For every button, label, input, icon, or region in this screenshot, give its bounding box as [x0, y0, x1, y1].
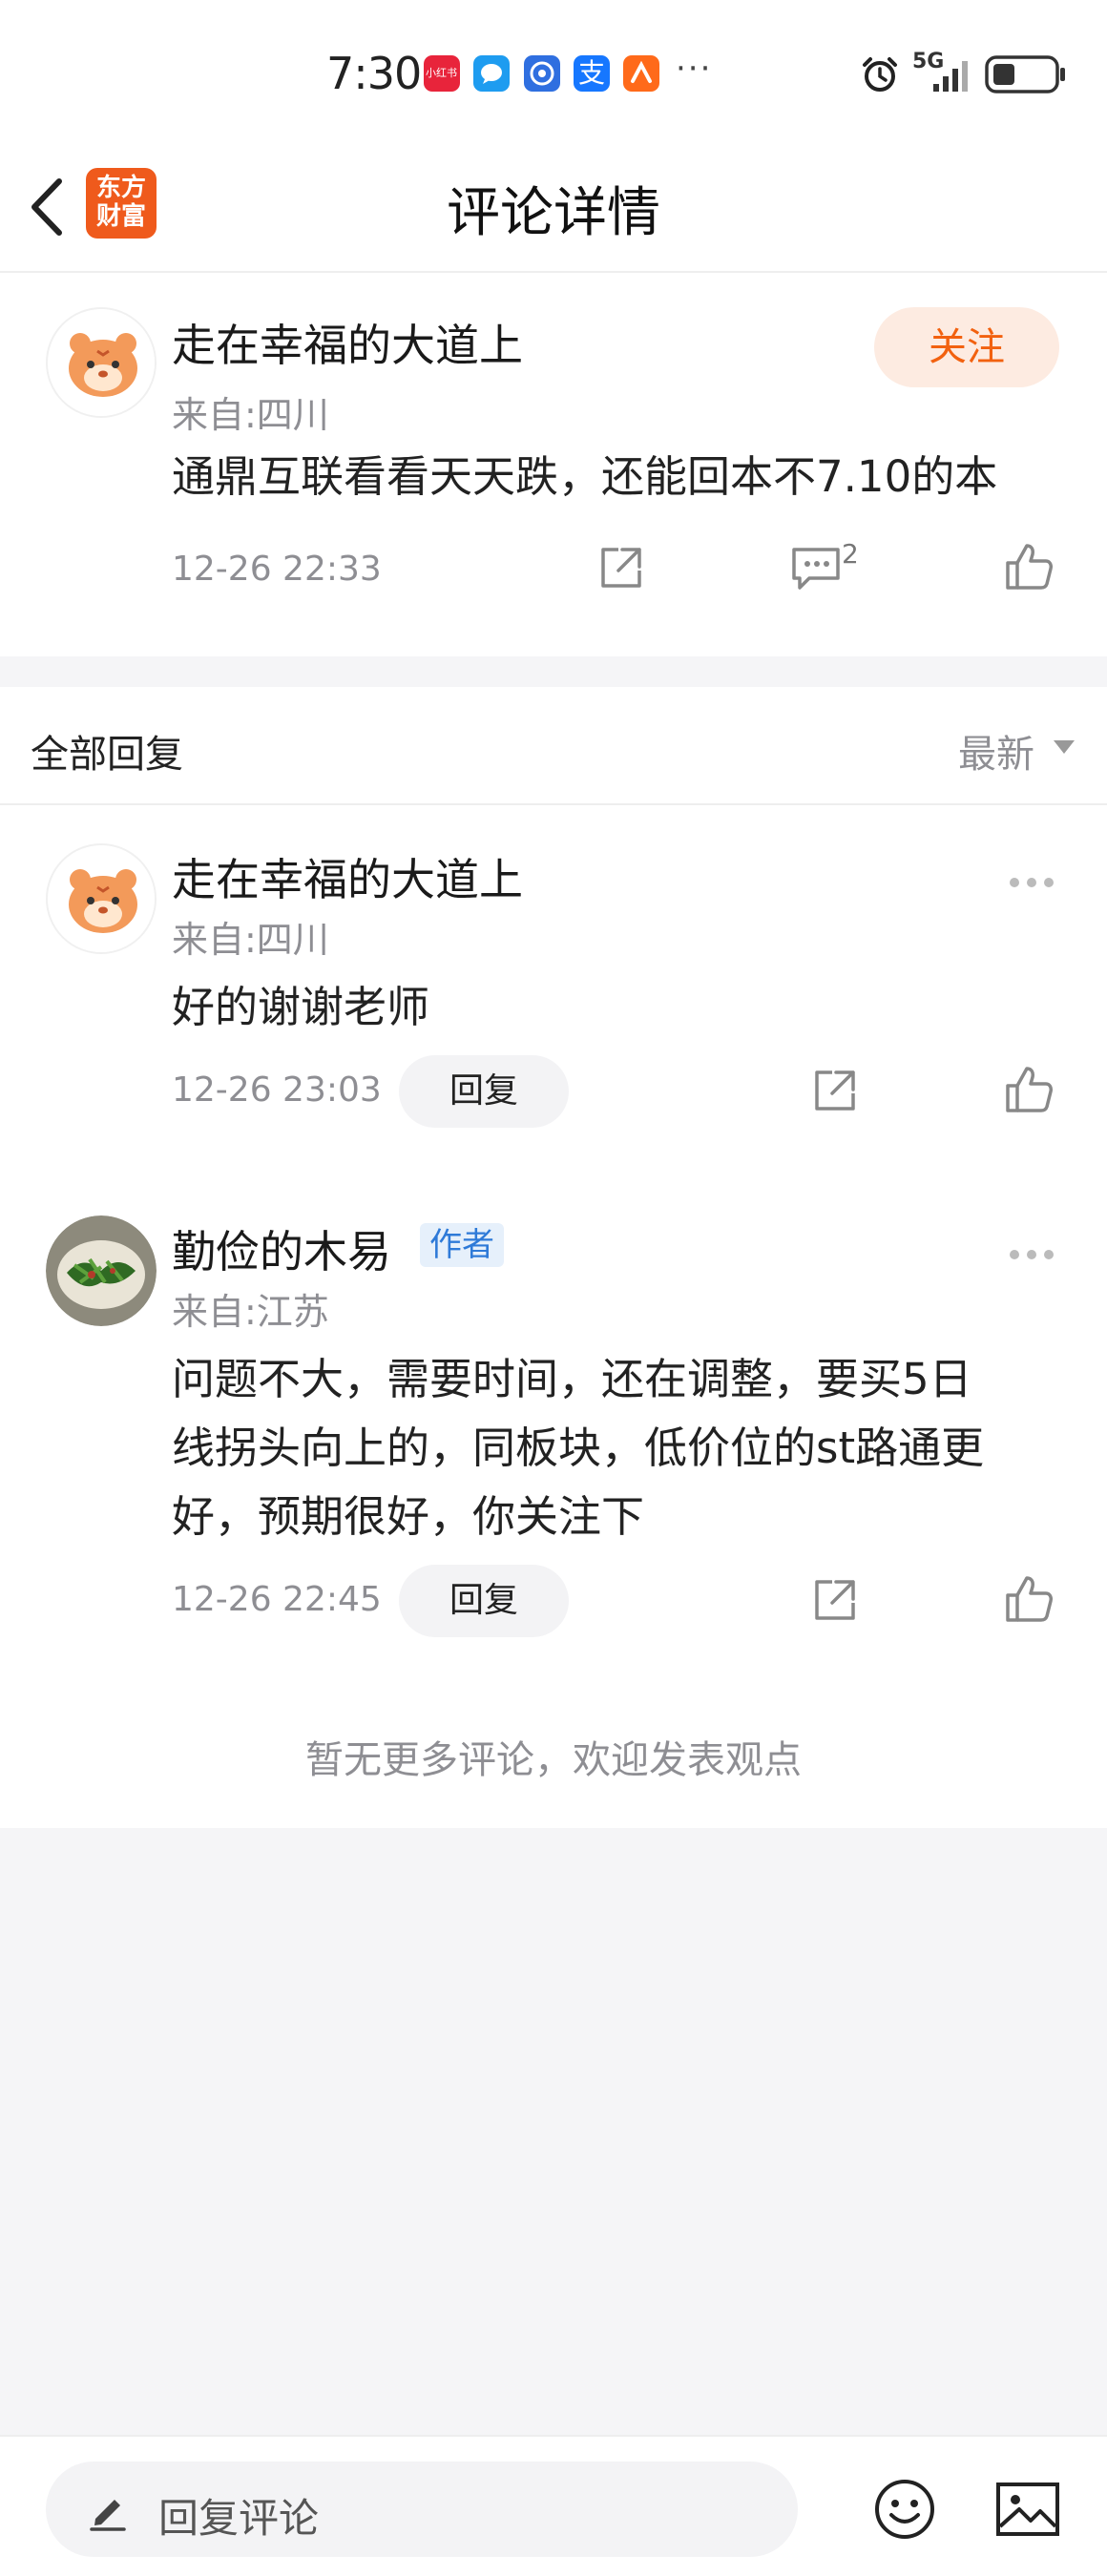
- more-options-icon[interactable]: [1010, 872, 1063, 891]
- replies-header: 全部回复 最新: [0, 687, 1107, 805]
- reply-location: 来自:江苏: [172, 1291, 329, 1333]
- reply-content-line: 线拐头向上的，同板块，低价位的st路通更: [172, 1423, 985, 1473]
- share-icon[interactable]: [595, 542, 647, 593]
- avatar[interactable]: [46, 843, 157, 954]
- status-time: 7:30: [326, 48, 422, 99]
- bottom-bar: 回复评论: [0, 2435, 1107, 2576]
- comment-username[interactable]: 走在幸福的大道上: [172, 311, 523, 374]
- tiger-avatar-icon: [48, 845, 155, 952]
- reply-username[interactable]: 走在幸福的大道上: [172, 845, 523, 908]
- comment-count: 2: [842, 538, 859, 570]
- emoji-icon[interactable]: [872, 2477, 937, 2542]
- status-bar: 7:30 小红书 支 ··· 5G: [0, 0, 1107, 143]
- more-options-icon[interactable]: [1010, 1244, 1063, 1263]
- chat-app-icon: [473, 55, 510, 92]
- comment-content: 通鼎互联看看天天跌，还能回本不7.10的本: [172, 451, 998, 502]
- reply-content: 问题不大，需要时间，还在调整，要买5日 线拐头向上的，同板块，低价位的st路通更…: [172, 1345, 984, 1551]
- page-title: 评论详情: [447, 182, 660, 244]
- like-icon[interactable]: [1002, 1572, 1055, 1626]
- like-icon[interactable]: [1002, 540, 1055, 593]
- reply-content-line: 好，预期很好，你关注下: [172, 1491, 645, 1542]
- share-icon[interactable]: [809, 1065, 861, 1116]
- comment-location: 来自:四川: [172, 394, 329, 436]
- xiaohongshu-app-icon: 小红书: [424, 55, 460, 92]
- reply-time: 12-26 23:03: [172, 1070, 382, 1110]
- reply-button[interactable]: 回复: [399, 1055, 569, 1128]
- pencil-icon: [90, 2500, 126, 2531]
- share-icon[interactable]: [809, 1574, 861, 1626]
- replies-list: 走在幸福的大道上 来自:四川 好的谢谢老师 12-26 23:03 回复 勤俭的…: [0, 805, 1107, 1828]
- author-badge: 作者: [420, 1223, 504, 1267]
- avatar[interactable]: [46, 307, 157, 418]
- comment-icon[interactable]: [788, 542, 846, 595]
- sort-dropdown[interactable]: 最新: [958, 723, 1034, 779]
- more-notifications-indicator: ···: [676, 50, 713, 88]
- reply-time: 12-26 22:45: [172, 1580, 382, 1619]
- reply-input[interactable]: 回复评论: [46, 2462, 798, 2557]
- reply-input-placeholder: 回复评论: [158, 2495, 320, 2542]
- reply-button[interactable]: 回复: [399, 1565, 569, 1637]
- reply-content-line: 问题不大，需要时间，还在调整，要买5日: [172, 1354, 972, 1404]
- reply-username[interactable]: 勤俭的木易: [172, 1217, 391, 1280]
- chevron-down-icon[interactable]: [1054, 740, 1075, 754]
- reply-location: 来自:四川: [172, 919, 329, 961]
- replies-title: 全部回复: [31, 733, 183, 777]
- follow-button[interactable]: 关注: [874, 307, 1059, 387]
- image-icon[interactable]: [994, 2481, 1061, 2538]
- taobao-app-icon: [623, 55, 659, 92]
- comment-time: 12-26 22:33: [172, 550, 382, 589]
- avatar[interactable]: [46, 1215, 157, 1326]
- browser-app-icon: [524, 55, 560, 92]
- battery-icon: [985, 55, 1065, 93]
- signal-icon: [933, 61, 968, 92]
- main-comment: 走在幸福的大道上 来自:四川 关注 通鼎互联看看天天跌，还能回本不7.10的本 …: [0, 273, 1107, 656]
- alipay-app-icon: 支: [574, 55, 610, 92]
- xiaohongshu-icon-text: 小红书: [426, 67, 457, 79]
- food-photo-avatar-icon: [46, 1215, 157, 1326]
- reply-content: 好的谢谢老师: [172, 982, 430, 1032]
- no-more-comments-note: 暂无更多评论，欢迎发表观点: [305, 1738, 802, 1782]
- like-icon[interactable]: [1002, 1063, 1055, 1116]
- tiger-avatar-icon: [48, 309, 155, 416]
- alarm-icon: [863, 57, 897, 92]
- nav-bar: 东方 财富 评论详情: [0, 143, 1107, 273]
